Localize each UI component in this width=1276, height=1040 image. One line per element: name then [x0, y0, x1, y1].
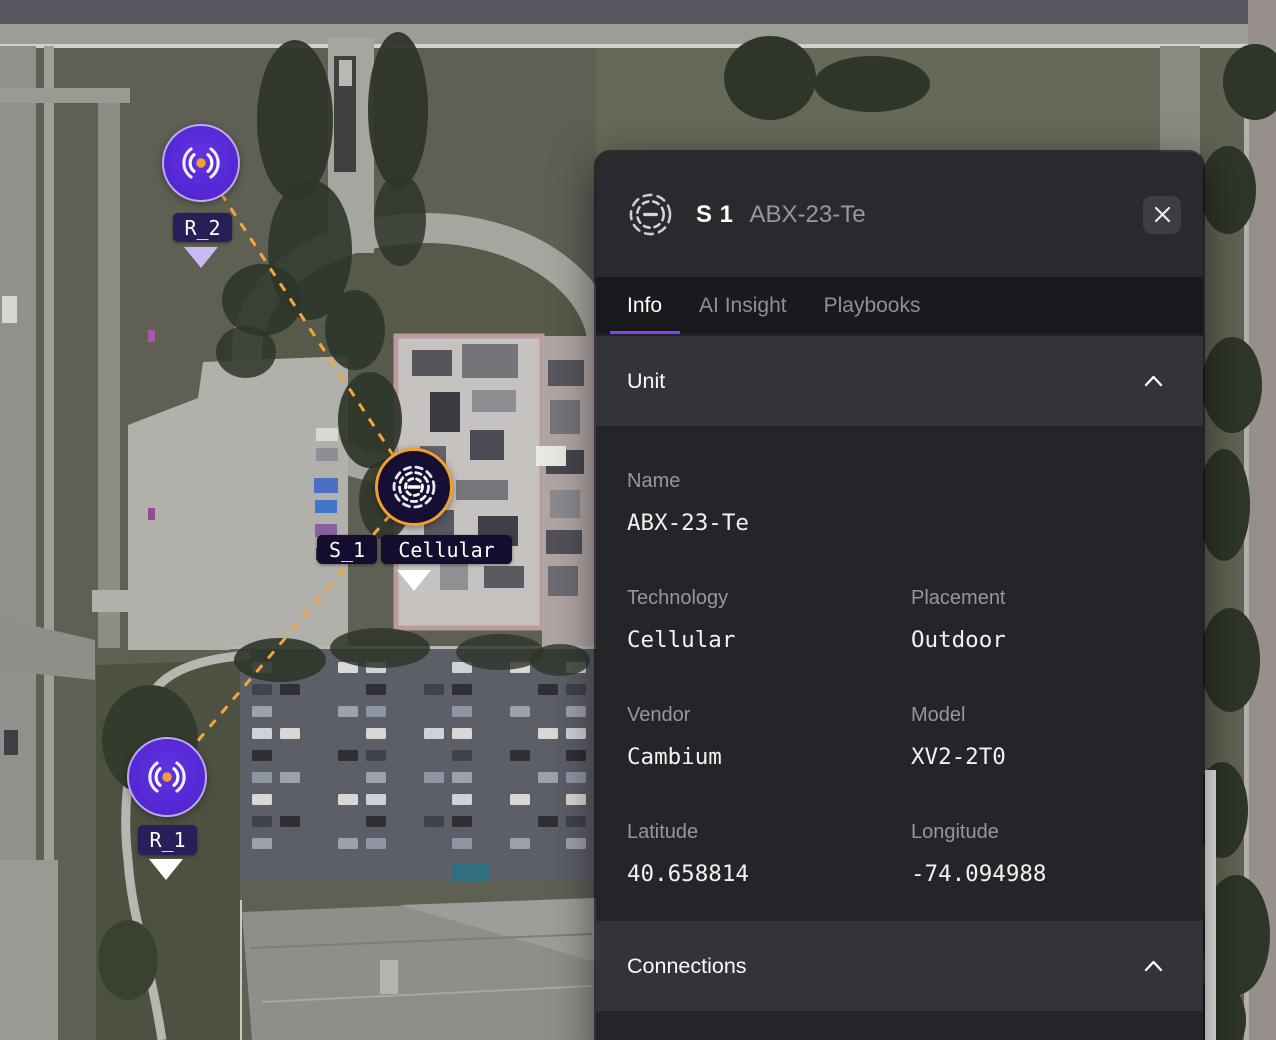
- app-screen: R_2 R_1 S_1 Cellular S 1 ABX-23-Te Info …: [0, 0, 1276, 1040]
- marker-s1-label: S_1: [317, 535, 377, 564]
- cell-site-icon: [392, 465, 436, 509]
- field-model-value: XV2-2T0: [911, 744, 1006, 770]
- tab-ai-insight-label: AI Insight: [699, 293, 787, 317]
- chevron-up-icon: [1144, 375, 1163, 386]
- unit-details-panel: S 1 ABX-23-Te Info AI Insight Playbooks …: [596, 152, 1203, 1040]
- panel-tabs: Info AI Insight Playbooks: [596, 277, 1203, 336]
- field-vendor-label: Vendor: [627, 704, 691, 726]
- field-vendor-value: Cambium: [627, 744, 722, 770]
- panel-header: S 1 ABX-23-Te: [596, 152, 1203, 277]
- chevron-up-icon: [1144, 960, 1163, 971]
- marker-r1[interactable]: [127, 737, 207, 817]
- section-connections-title: Connections: [627, 953, 747, 978]
- field-placement: Placement Outdoor: [911, 587, 1172, 653]
- connections-body: [596, 1011, 1203, 1040]
- bottom-building: [232, 898, 596, 1040]
- tab-info[interactable]: Info: [609, 277, 681, 334]
- field-placement-label: Placement: [911, 587, 1006, 609]
- field-latitude: Latitude 40.658814: [627, 821, 911, 887]
- field-technology-value: Cellular: [627, 627, 736, 653]
- marker-r2-label-text: R_2: [184, 215, 221, 240]
- radio-waves-icon: [182, 147, 220, 179]
- marker-r2[interactable]: [162, 124, 240, 202]
- tab-info-label: Info: [627, 293, 663, 317]
- field-model: Model XV2-2T0: [911, 704, 1172, 770]
- field-vendor: Vendor Cambium: [627, 704, 911, 770]
- marker-s1-pointer: [397, 570, 431, 591]
- marker-r2-pointer: [184, 247, 218, 268]
- field-longitude: Longitude -74.094988: [911, 821, 1172, 887]
- marker-r1-label: R_1: [138, 825, 197, 855]
- field-latitude-value: 40.658814: [627, 861, 749, 887]
- field-technology-label: Technology: [627, 587, 729, 609]
- close-icon: [1154, 206, 1170, 223]
- marker-r1-pointer: [149, 859, 183, 880]
- field-name-value: ABX-23-Te: [627, 510, 749, 536]
- marker-s1-tag: Cellular: [381, 535, 512, 564]
- field-name-label: Name: [627, 470, 681, 492]
- field-technology: Technology Cellular: [627, 587, 911, 653]
- field-name: Name ABX-23-Te: [627, 470, 1172, 536]
- marker-s1[interactable]: [375, 448, 453, 526]
- section-unit[interactable]: Unit: [596, 336, 1203, 426]
- marker-s1-tag-text: Cellular: [398, 537, 495, 562]
- tab-playbooks[interactable]: Playbooks: [824, 277, 921, 334]
- radio-waves-icon: [148, 761, 186, 793]
- tab-playbooks-label: Playbooks: [823, 293, 921, 317]
- tab-ai-insight[interactable]: AI Insight: [699, 277, 787, 334]
- field-model-label: Model: [911, 704, 966, 726]
- unit-code: S 1: [696, 200, 734, 228]
- field-latitude-label: Latitude: [627, 821, 699, 843]
- section-unit-title: Unit: [627, 368, 666, 393]
- field-longitude-value: -74.094988: [911, 861, 1047, 887]
- cell-site-icon: [629, 193, 672, 236]
- section-connections[interactable]: Connections: [596, 921, 1203, 1011]
- unit-name: ABX-23-Te: [749, 200, 866, 228]
- unit-fields: Name ABX-23-Te Technology Cellular Place…: [596, 426, 1203, 921]
- marker-r2-label: R_2: [173, 213, 232, 242]
- marker-s1-label-text: S_1: [328, 537, 366, 562]
- marker-r1-label-text: R_1: [149, 828, 186, 852]
- close-button[interactable]: [1143, 195, 1181, 234]
- field-placement-value: Outdoor: [911, 627, 1006, 653]
- field-longitude-label: Longitude: [911, 821, 999, 843]
